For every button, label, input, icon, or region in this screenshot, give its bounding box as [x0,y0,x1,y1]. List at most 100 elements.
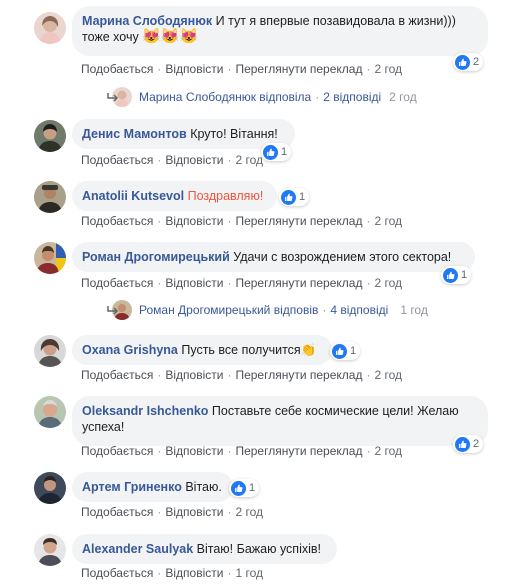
reply-author: Марина Слободянюк [139,90,256,104]
replies-summary[interactable]: Роман Дрогомирецький відповів · 4 відповід… [107,300,428,320]
translate-link[interactable]: Переглянути переклад [235,276,362,290]
like-count: 2 [473,438,480,450]
comment-text: И тут я впервые позавидовала в жизни))) [215,14,456,28]
comment-bubble: Марина Слободянюк И тут я впервые позави… [72,6,488,56]
comment-bubble: Oxana Grishyna Пусть все получится👏 [72,335,332,365]
like-count: 1 [299,191,306,203]
reply-time: 2 год [389,90,417,104]
reaction-count[interactable]: 1 [330,342,361,360]
avatar[interactable] [34,181,66,213]
comment-author[interactable]: Марина Слободянюк [82,14,212,28]
thumbs-up-icon [455,54,470,70]
avatar[interactable] [34,335,66,367]
avatar[interactable] [34,534,66,566]
comment-text-line2: тоже хочу [82,30,139,44]
reply-arrow-icon [107,305,119,319]
translate-link[interactable]: Переглянути переклад [235,444,362,458]
timestamp[interactable]: 2 год [374,368,402,382]
timestamp[interactable]: 2 год [374,276,402,290]
comment-text: Вітаю. [185,480,222,494]
comment-author[interactable]: Артем Гриненко [82,480,182,494]
reply-arrow-icon [107,92,119,106]
translate-link[interactable]: Переглянути переклад [235,368,362,382]
comment-actions: Подобається · Відповісти · Переглянути перек… [81,444,403,458]
translate-link[interactable]: Переглянути переклад [235,62,362,76]
reply-link[interactable]: Відповісти [165,368,223,382]
reply-verb: відповіла [259,90,312,104]
comment-text: Круто! Вітання! [190,127,278,141]
comment-author[interactable]: Роман Дрогомирецький [82,250,230,264]
like-link[interactable]: Подобається [81,505,153,519]
reply-link[interactable]: Відповісти [165,214,223,228]
reply-link[interactable]: Відповісти [165,153,223,167]
reply-verb: відповів [273,303,319,317]
comment-text-line2: успеха! [82,420,125,434]
reaction-count[interactable]: 1 [229,479,260,497]
like-link[interactable]: Подобається [81,566,153,580]
comment-actions: Подобається · Відповісти · Переглянути перек… [81,368,403,382]
reaction-count[interactable]: 1 [261,143,292,161]
comment-actions: Подобається · Відповісти · 2 год [81,505,263,519]
reply-time: 1 год [400,303,428,317]
thumbs-up-icon [281,189,296,205]
thumbs-up-icon [332,343,347,359]
timestamp[interactable]: 2 год [374,62,402,76]
reaction-count[interactable]: 2 [453,53,484,71]
clapping-hands-emoji-icon: 👏 [300,343,317,357]
comment-text: Пусть все получится [181,343,301,357]
like-count: 1 [461,269,468,281]
timestamp[interactable]: 2 год [235,505,263,519]
like-link[interactable]: Подобається [81,62,153,76]
reply-link[interactable]: Відповісти [165,444,223,458]
timestamp[interactable]: 2 год [374,214,402,228]
like-link[interactable]: Подобається [81,368,153,382]
reaction-count[interactable]: 1 [279,188,310,206]
laughing-cat-emoji-icon: 😻😻😻 [142,28,199,45]
timestamp[interactable]: 2 год [235,153,263,167]
timestamp[interactable]: 1 год [235,566,263,580]
thumbs-up-icon [231,480,246,496]
comment-actions: Подобається · Відповісти · Переглянути перек… [81,276,403,290]
like-count: 1 [281,146,288,158]
comment-text: Удачи с возрождением этого сектора! [233,250,452,264]
reaction-count[interactable]: 1 [441,266,472,284]
comment-author[interactable]: Anatolii Kutsevol [82,189,184,203]
avatar[interactable] [34,396,66,428]
comment-author[interactable]: Oleksandr Ishchenko [82,404,208,418]
like-link[interactable]: Подобається [81,276,153,290]
replies-summary[interactable]: Марина Слободянюк відповіла · 2 відповіді 2… [107,87,417,107]
reply-link[interactable]: Відповісти [165,276,223,290]
avatar[interactable] [34,12,66,44]
reply-link[interactable]: Відповісти [165,505,223,519]
comment-text: Поздравляю! [187,189,264,203]
translate-link[interactable]: Переглянути переклад [235,214,362,228]
thumbs-up-icon [443,267,458,283]
comment-bubble: Oleksandr Ishchenko Поставьте себе косми… [72,396,488,446]
comment-bubble: Денис Мамонтов Круто! Вітання! [72,119,295,149]
like-link[interactable]: Подобається [81,153,153,167]
comment-text: Вітаю! Бажаю успіхів! [196,542,321,556]
comment-actions: Подобається · Відповісти · Переглянути перек… [81,214,403,228]
like-link[interactable]: Подобається [81,214,153,228]
like-link[interactable]: Подобається [81,444,153,458]
comment-bubble: Артем Гриненко Вітаю. [72,472,233,502]
comment-bubble: Anatolii Kutsevol Поздравляю! [72,181,277,211]
like-count: 1 [249,482,256,494]
timestamp[interactable]: 2 год [374,444,402,458]
reply-link[interactable]: Відповісти [165,62,223,76]
comment-actions: Подобається · Відповісти · 1 год [81,566,263,580]
thumbs-up-icon [455,436,470,452]
comment-author[interactable]: Денис Мамонтов [82,127,187,141]
reply-link[interactable]: Відповісти [165,566,223,580]
comment-bubble: Alexander Saulyak Вітаю! Бажаю успіхів! [72,534,337,564]
reply-author: Роман Дрогомирецький [139,303,271,317]
reply-count: 2 відповіді [323,90,382,104]
reaction-count[interactable]: 2 [453,435,484,453]
comment-actions: Подобається · Відповісти · 2 год [81,153,263,167]
comment-author[interactable]: Oxana Grishyna [82,343,178,357]
comment-author[interactable]: Alexander Saulyak [82,542,193,556]
comment-bubble: Роман Дрогомирецький Удачи с возрождение… [72,242,475,272]
avatar[interactable] [34,472,66,504]
avatar[interactable] [34,120,66,152]
avatar[interactable] [34,242,66,274]
